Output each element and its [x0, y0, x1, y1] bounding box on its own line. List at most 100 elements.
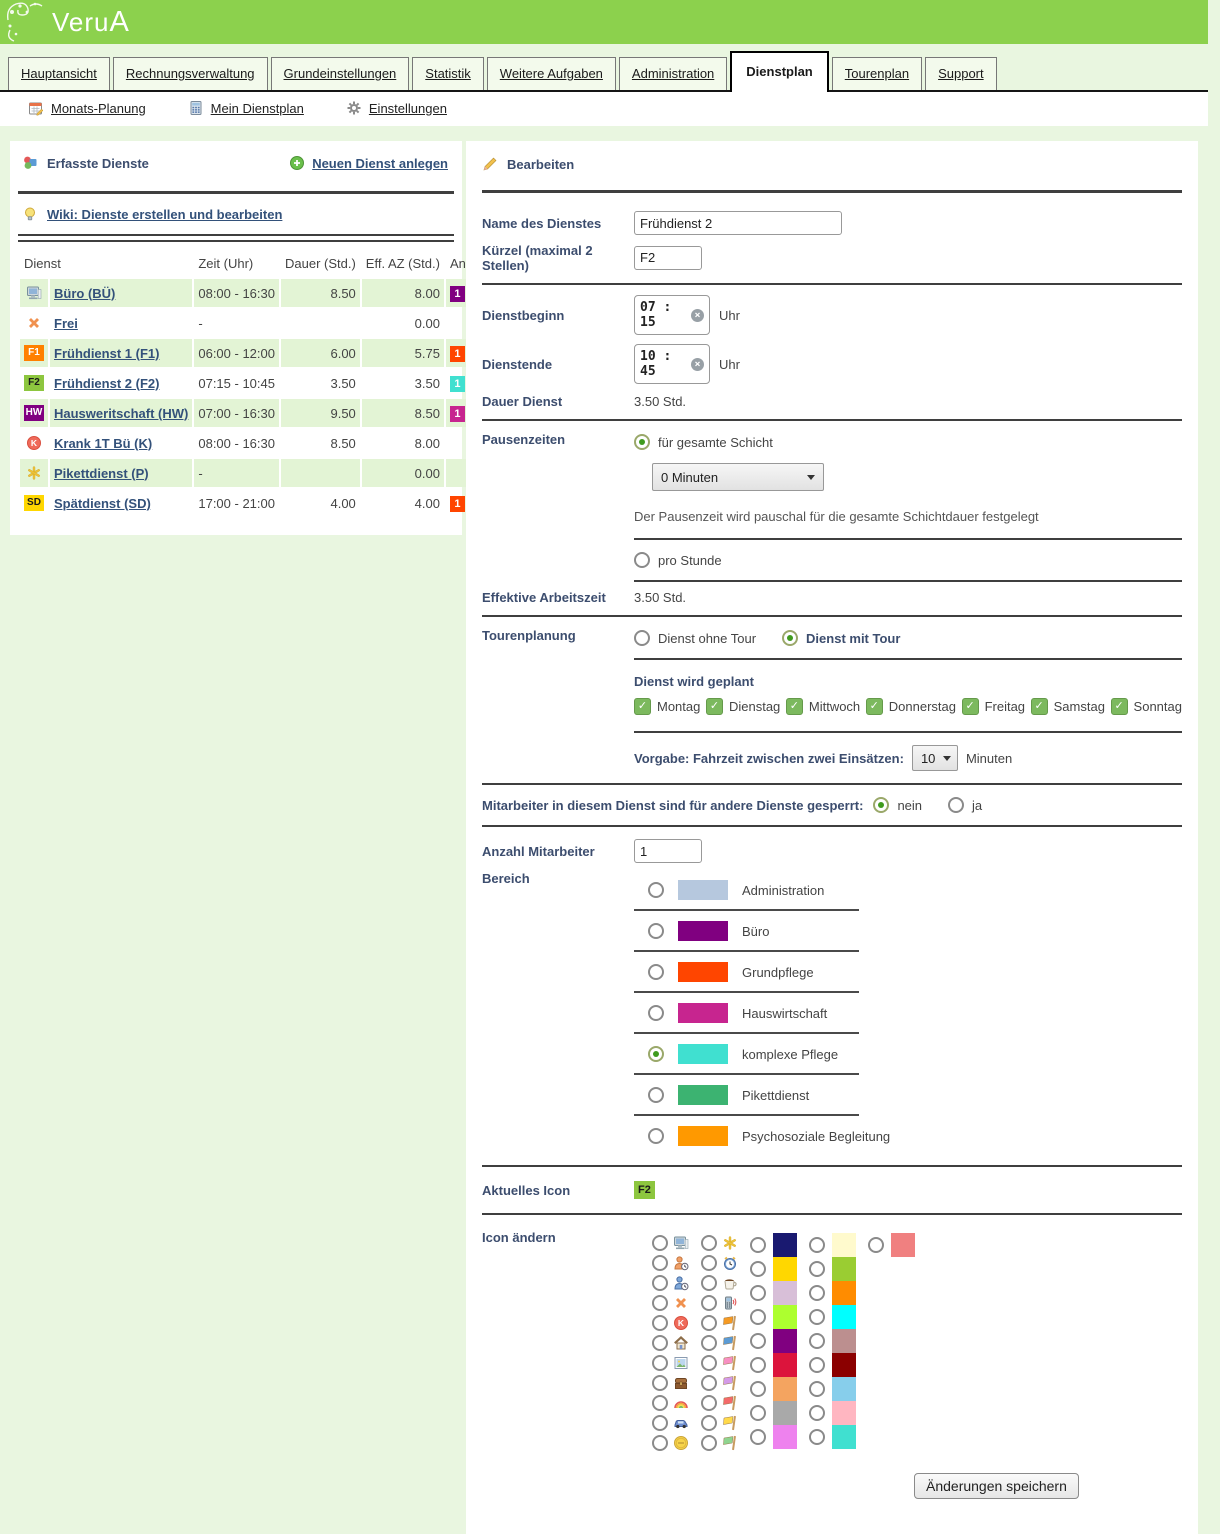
name-input[interactable]	[634, 211, 842, 235]
color-option-row[interactable]	[750, 1329, 797, 1353]
color-radio[interactable]	[809, 1261, 825, 1277]
icon-option-row[interactable]	[701, 1333, 738, 1353]
main-tab[interactable]: Tourenplan	[832, 57, 922, 90]
icon-radio[interactable]	[701, 1275, 717, 1291]
color-radio[interactable]	[809, 1309, 825, 1325]
gesperrt-ja-radio[interactable]	[948, 797, 964, 813]
service-link[interactable]: Büro (BÜ)	[54, 286, 115, 301]
icon-option-row[interactable]	[701, 1373, 738, 1393]
color-radio[interactable]	[809, 1285, 825, 1301]
main-tab[interactable]: Administration	[619, 57, 727, 90]
main-tab[interactable]: Support	[925, 57, 997, 90]
bereich-radio[interactable]	[648, 923, 664, 939]
icon-option-row[interactable]	[652, 1353, 689, 1373]
icon-radio[interactable]	[652, 1395, 668, 1411]
icon-option-row[interactable]	[652, 1233, 689, 1253]
service-link[interactable]: Frühdienst 1 (F1)	[54, 346, 159, 361]
icon-radio[interactable]	[652, 1375, 668, 1391]
color-option-row[interactable]	[750, 1425, 797, 1449]
bereich-radio[interactable]	[648, 1046, 664, 1062]
icon-option-row[interactable]	[701, 1293, 738, 1313]
color-option-row[interactable]	[809, 1425, 856, 1449]
weekday-checkbox[interactable]	[786, 698, 803, 715]
weekday-option[interactable]: Donnerstag	[866, 698, 956, 715]
icon-radio[interactable]	[701, 1255, 717, 1271]
color-option-row[interactable]	[809, 1353, 856, 1377]
weekday-checkbox[interactable]	[1111, 698, 1128, 715]
pause-gesamte-schicht-radio[interactable]	[634, 434, 650, 450]
weekday-option[interactable]: Samstag	[1031, 698, 1105, 715]
color-option-row[interactable]	[750, 1353, 797, 1377]
main-tab[interactable]: Dienstplan	[730, 51, 828, 92]
color-radio[interactable]	[750, 1261, 766, 1277]
gesperrt-nein-radio[interactable]	[873, 797, 889, 813]
bereich-radio[interactable]	[648, 1087, 664, 1103]
icon-option-row[interactable]	[701, 1413, 738, 1433]
subnav-item[interactable]: Mein Dienstplan	[188, 100, 304, 116]
service-link[interactable]: Frühdienst 2 (F2)	[54, 376, 159, 391]
service-link[interactable]: Hausweritschaft (HW)	[54, 406, 188, 421]
bereich-radio[interactable]	[648, 964, 664, 980]
service-link[interactable]: Frei	[54, 316, 78, 331]
icon-option-row[interactable]	[701, 1233, 738, 1253]
icon-radio[interactable]	[701, 1415, 717, 1431]
wiki-link[interactable]: Wiki: Dienste erstellen und bearbeiten	[47, 207, 282, 222]
bereich-radio[interactable]	[648, 1005, 664, 1021]
weekday-option[interactable]: Sonntag	[1111, 698, 1182, 715]
color-radio[interactable]	[750, 1381, 766, 1397]
main-tab[interactable]: Statistik	[412, 57, 484, 90]
main-tab[interactable]: Grundeinstellungen	[271, 57, 410, 90]
color-option-row[interactable]	[750, 1233, 797, 1257]
icon-option-row[interactable]	[701, 1253, 738, 1273]
color-radio[interactable]	[809, 1333, 825, 1349]
icon-option-row[interactable]	[652, 1273, 689, 1293]
color-radio[interactable]	[809, 1429, 825, 1445]
color-option-row[interactable]	[809, 1305, 856, 1329]
icon-radio[interactable]	[652, 1235, 668, 1251]
main-tab[interactable]: Rechnungsverwaltung	[113, 57, 268, 90]
new-service-link[interactable]: Neuen Dienst anlegen	[289, 155, 448, 171]
weekday-option[interactable]: Dienstag	[706, 698, 780, 715]
color-option-row[interactable]	[750, 1401, 797, 1425]
color-option-row[interactable]	[809, 1329, 856, 1353]
pause-minuten-select[interactable]: 0 Minuten	[652, 463, 824, 491]
color-option-row[interactable]	[750, 1257, 797, 1281]
kuerzel-input[interactable]	[634, 246, 702, 270]
color-option-row[interactable]	[809, 1281, 856, 1305]
icon-radio[interactable]	[652, 1315, 668, 1331]
color-radio[interactable]	[750, 1357, 766, 1373]
dienst-mit-tour-radio[interactable]	[782, 630, 798, 646]
clear-time-icon[interactable]: ×	[691, 358, 704, 371]
icon-option-row[interactable]	[652, 1433, 689, 1453]
color-radio[interactable]	[750, 1333, 766, 1349]
color-radio[interactable]	[750, 1285, 766, 1301]
main-tab[interactable]: Hauptansicht	[8, 57, 110, 90]
weekday-checkbox[interactable]	[706, 698, 723, 715]
color-radio[interactable]	[750, 1429, 766, 1445]
icon-radio[interactable]	[701, 1295, 717, 1311]
subnav-item[interactable]: Einstellungen	[346, 100, 447, 116]
bereich-option[interactable]: Büro	[634, 911, 1182, 950]
color-radio[interactable]	[809, 1237, 825, 1253]
weekday-option[interactable]: Montag	[634, 698, 700, 715]
weekday-option[interactable]: Mittwoch	[786, 698, 860, 715]
main-tab[interactable]: Weitere Aufgaben	[487, 57, 616, 90]
service-link[interactable]: Krank 1T Bü (K)	[54, 436, 152, 451]
icon-radio[interactable]	[652, 1415, 668, 1431]
icon-option-row[interactable]	[701, 1273, 738, 1293]
bereich-radio[interactable]	[648, 1128, 664, 1144]
icon-radio[interactable]	[701, 1435, 717, 1451]
weekday-checkbox[interactable]	[962, 698, 979, 715]
dienstbeginn-input[interactable]: 07 : 15 ×	[634, 295, 710, 335]
dienst-ohne-tour-radio[interactable]	[634, 630, 650, 646]
weekday-checkbox[interactable]	[634, 698, 651, 715]
color-option-row[interactable]	[809, 1233, 856, 1257]
color-radio[interactable]	[809, 1405, 825, 1421]
color-option-row[interactable]	[809, 1401, 856, 1425]
color-option-row[interactable]	[750, 1305, 797, 1329]
bereich-option[interactable]: Hauswirtschaft	[634, 993, 1182, 1032]
color-radio[interactable]	[809, 1381, 825, 1397]
icon-radio[interactable]	[652, 1435, 668, 1451]
anzahl-mitarbeiter-input[interactable]	[634, 839, 702, 863]
icon-radio[interactable]	[701, 1375, 717, 1391]
